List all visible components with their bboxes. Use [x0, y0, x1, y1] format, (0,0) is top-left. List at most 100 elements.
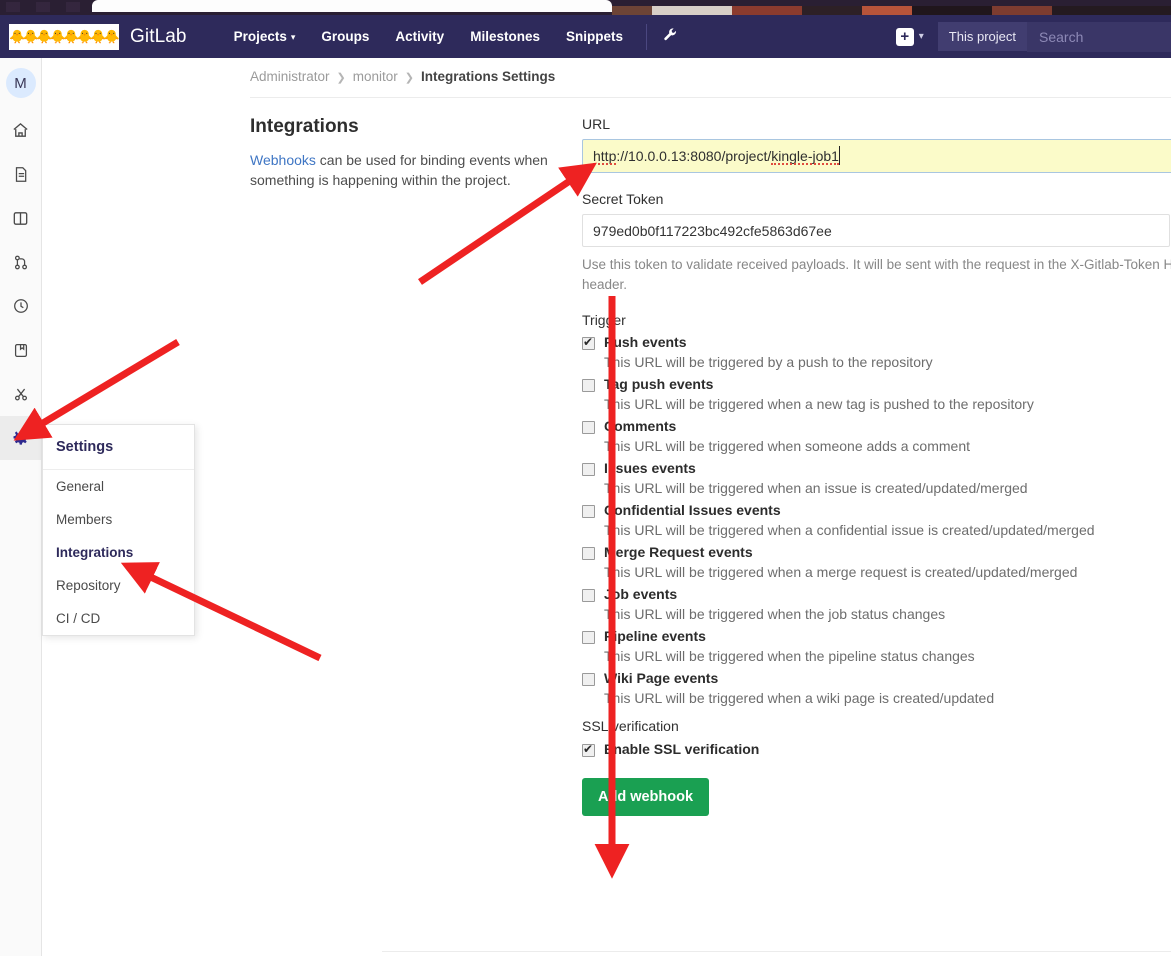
trigger-description-wiki-page-events: This URL will be triggered when a wiki p… [604, 689, 995, 706]
new-item-button[interactable]: + ▾ [895, 27, 924, 46]
trigger-header-tag-push-events[interactable]: Tag push events [582, 376, 1171, 392]
chevron-down-icon: ▾ [918, 31, 924, 42]
book-icon [11, 209, 30, 228]
checkbox-push-events[interactable] [582, 334, 595, 350]
settings-menu-item-repository[interactable]: Repository [43, 569, 194, 602]
trigger-description-pipeline-events: This URL will be triggered when the pipe… [604, 647, 975, 664]
breadcrumb-item-2: Integrations Settings [420, 69, 556, 84]
breadcrumb-item-0[interactable]: Administrator [250, 69, 330, 84]
sidebar-item-project-home[interactable] [0, 108, 41, 152]
enable-ssl-verification-checkbox[interactable] [582, 741, 595, 757]
settings-menu-item-integrations[interactable]: Integrations [43, 536, 194, 569]
nav-link-milestones[interactable]: Milestones [457, 15, 553, 58]
nav-link-groups[interactable]: Groups [308, 15, 382, 58]
trigger-header-comments[interactable]: Comments [582, 418, 1171, 434]
bottom-divider [382, 951, 1171, 952]
breadcrumb-divider [250, 97, 1171, 98]
wrench-icon[interactable] [657, 26, 684, 48]
checkbox-merge-request-events[interactable] [582, 546, 595, 560]
checkbox-comments[interactable] [582, 420, 595, 434]
trigger-label-tag-push-events: Tag push events [604, 375, 714, 392]
checkbox-tag-push-events[interactable] [582, 378, 595, 392]
secret-token-help-text: Use this token to validate received payl… [582, 257, 1171, 293]
sidebar-item-snippets[interactable] [0, 372, 41, 416]
logo-emoji: 🐥 [9, 28, 26, 44]
trigger-row-wiki-page-events: Wiki Page events This URL will be trigger… [582, 670, 1171, 706]
topnav-right-group: + ▾ This project Search [895, 15, 1171, 58]
trigger-row-confidential-issues-events: Confidential Issues events This URL will … [582, 502, 1171, 538]
left-icon-rail: M [0, 58, 42, 956]
sidebar-item-issues[interactable] [0, 152, 41, 196]
plus-icon: + [895, 27, 914, 46]
search-scope-button[interactable]: This project [937, 22, 1027, 51]
trigger-header-confidential-issues-events[interactable]: Confidential Issues events [582, 502, 1171, 518]
nav-link-label: Projects [233, 29, 287, 44]
trigger-header-merge-request-events[interactable]: Merge Request events [582, 544, 1171, 560]
settings-menu-item-members[interactable]: Members [43, 503, 194, 536]
nav-divider [646, 23, 647, 50]
trigger-header-push-events[interactable]: Push events [582, 334, 1171, 350]
trigger-header-issues-events[interactable]: Issues events [582, 460, 1171, 476]
checkbox-job-events[interactable] [582, 588, 595, 602]
brand-name[interactable]: GitLab [130, 26, 187, 48]
secret-token-input[interactable] [582, 214, 1170, 247]
secret-token-field-label: Secret Token [582, 191, 664, 207]
logo-emoji: 🐥 [36, 28, 53, 44]
avatar[interactable]: M [0, 58, 41, 108]
trigger-description-merge-request-events: This URL will be triggered when a merge … [604, 563, 1078, 580]
section-description-column: Integrations Webhooks can be used for bi… [250, 116, 560, 191]
webhook-form: URL Secret Token Use this token to valid… [582, 116, 1171, 816]
checkbox-wiki-page-events[interactable] [582, 672, 595, 686]
browser-background-image [612, 6, 1171, 15]
nav-link-label: Groups [321, 29, 370, 44]
document-icon [12, 165, 30, 184]
page-description: Webhooks can be used for binding events … [250, 150, 550, 191]
sidebar-item-settings[interactable] [0, 416, 41, 460]
trigger-row-tag-push-events: Tag push events This URL will be triggere… [582, 376, 1171, 412]
text-caret [839, 146, 840, 165]
nav-link-projects[interactable]: Projects ▾ [221, 15, 309, 58]
sidebar-item-repository[interactable] [0, 196, 41, 240]
gitlab-logo[interactable]: 🐥 🐥 🐥 🐥 🐥 🐥 🐥 🐥 [9, 23, 120, 50]
sidebar-item-merge-requests[interactable] [0, 240, 41, 284]
main-nav-links: Projects ▾ Groups Activity Milestones Snippet… [221, 15, 636, 58]
avatar-initial: M [5, 68, 36, 98]
trigger-row-push-events: Push events This URL will be triggered by… [582, 334, 1171, 370]
logo-emoji: 🐥 [90, 28, 107, 44]
url-input[interactable] [582, 139, 1171, 173]
trigger-section-label: Trigger [582, 311, 626, 328]
nav-link-snippets[interactable]: Snippets [553, 15, 636, 58]
search-input[interactable]: Search [1027, 21, 1171, 52]
checkbox-issues-events[interactable] [582, 462, 595, 476]
settings-menu-item-general[interactable]: General [43, 470, 194, 503]
home-icon [11, 121, 30, 140]
checkbox-confidential-issues-events[interactable] [582, 504, 595, 518]
add-webhook-button[interactable]: Add webhook [582, 777, 710, 816]
trigger-header-pipeline-events[interactable]: Pipeline events [582, 628, 1171, 644]
browser-chrome-strip [0, 0, 1171, 15]
nav-link-activity[interactable]: Activity [382, 15, 457, 58]
settings-menu-header: Settings [43, 425, 194, 470]
sidebar-item-wiki[interactable] [0, 328, 41, 372]
breadcrumb-item-1[interactable]: monitor [353, 69, 398, 84]
trigger-row-pipeline-events: Pipeline events This URL will be triggere… [582, 628, 1171, 664]
trigger-header-wiki-page-events[interactable]: Wiki Page events [582, 670, 1171, 686]
logo-emoji: 🐥 [103, 28, 120, 44]
trigger-description-tag-push-events: This URL will be triggered when a new ta… [604, 395, 1034, 412]
breadcrumb-separator: ❯ [336, 72, 346, 84]
trigger-label-pipeline-events: Pipeline events [604, 627, 706, 644]
enable-ssl-verification-row[interactable]: Enable SSL verification [582, 741, 1171, 757]
checkbox-pipeline-events[interactable] [582, 630, 595, 644]
settings-flyout-menu: Settings General Members Integrations Repos… [42, 424, 195, 636]
trigger-header-job-events[interactable]: Job events [582, 586, 1171, 602]
trigger-description-confidential-issues-events: This URL will be triggered when a confid… [604, 521, 1095, 538]
main-content: Administrator ❯ monitor ❯ Integrations Setti… [42, 58, 1171, 956]
browser-window-controls [6, 2, 86, 12]
webhooks-link[interactable]: Webhooks [250, 152, 316, 168]
logo-emoji: 🐥 [63, 28, 80, 44]
settings-menu-item-ci-cd[interactable]: CI / CD [43, 602, 194, 635]
sidebar-item-ci-cd[interactable] [0, 284, 41, 328]
browser-tab-strip[interactable] [92, 0, 612, 12]
trigger-checkbox-list: Push events This URL will be triggered by… [582, 334, 1171, 706]
trigger-label-wiki-page-events: Wiki Page events [604, 669, 719, 686]
